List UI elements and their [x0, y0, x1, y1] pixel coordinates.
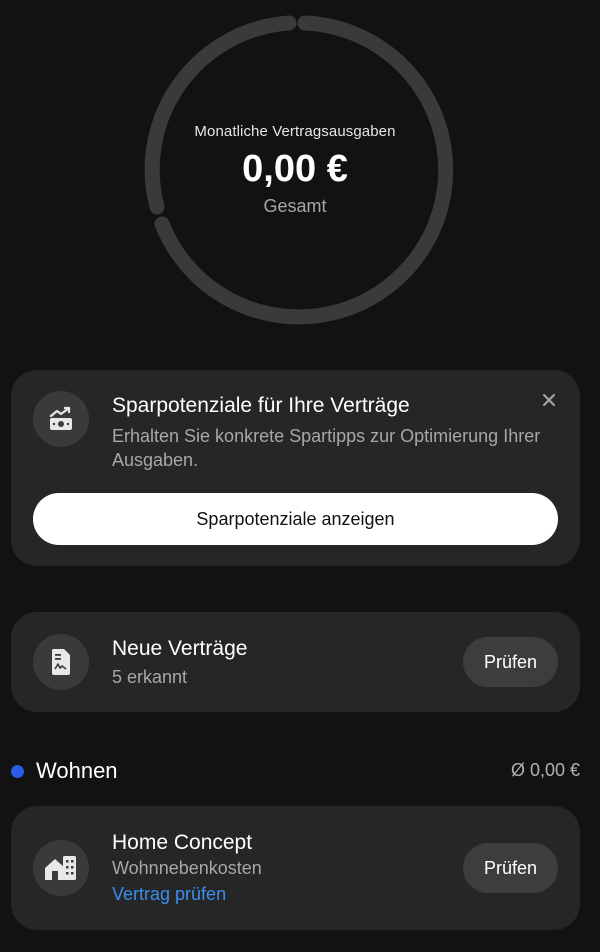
spending-summary: Monatliche Vertragsausgaben 0,00 € Gesam… [0, 0, 600, 340]
savings-growth-icon [33, 391, 89, 447]
review-contract-link[interactable]: Vertrag prüfen [112, 884, 226, 905]
category-color-dot [11, 765, 24, 778]
savings-card-description: Erhalten Sie konkrete Spartipps zur Opti… [112, 426, 541, 470]
contract-title: Home Concept [112, 831, 253, 854]
new-contracts-title: Neue Verträge [112, 637, 248, 660]
category-average-amount: Ø 0,00 € [510, 760, 580, 780]
savings-card: Sparpotenziale für Ihre Verträge Erhalte… [11, 370, 580, 566]
category-title: Wohnen [36, 758, 118, 783]
new-contracts-card[interactable]: Neue Verträge 5 erkannt Prüfen [11, 612, 580, 712]
review-contract-button[interactable]: Prüfen [463, 843, 558, 893]
contract-category: Wohnnebenkosten [112, 858, 262, 878]
summary-title: Monatliche Vertragsausgaben [194, 123, 396, 140]
review-new-contracts-button[interactable]: Prüfen [463, 637, 558, 687]
savings-card-title: Sparpotenziale für Ihre Verträge [112, 394, 410, 417]
new-contracts-count: 5 erkannt [112, 667, 188, 687]
close-icon[interactable] [539, 390, 559, 410]
summary-subtitle: Gesamt [263, 196, 327, 216]
category-header-wohnen: Wohnen Ø 0,00 € [0, 752, 600, 790]
document-icon [33, 634, 89, 690]
summary-amount: 0,00 € [242, 148, 348, 190]
contract-card-home-concept[interactable]: Home Concept Wohnnebenkosten Vertrag prü… [11, 806, 580, 930]
house-building-icon [33, 840, 89, 896]
show-savings-button[interactable]: Sparpotenziale anzeigen [33, 493, 558, 545]
